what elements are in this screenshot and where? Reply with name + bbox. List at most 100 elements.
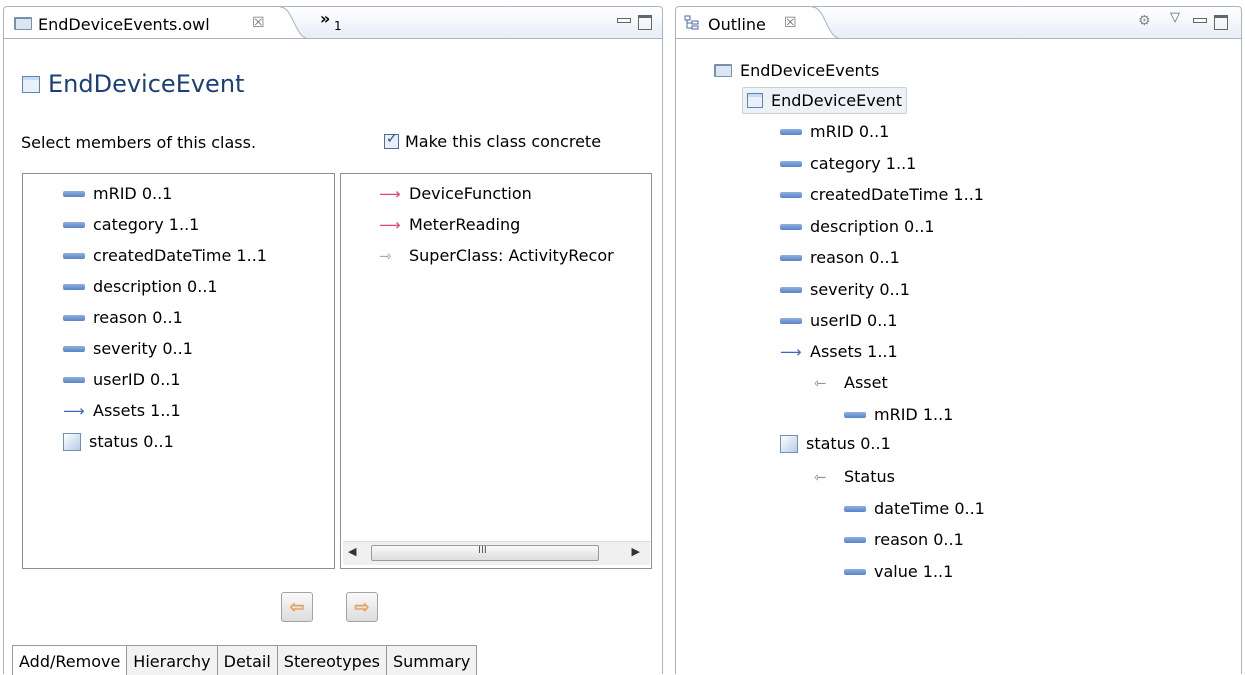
association-arrow-icon: ⟶: [63, 401, 85, 420]
outline-content: [675, 38, 1242, 674]
horizontal-scrollbar[interactable]: ◀ III ▶: [343, 541, 650, 565]
list-item[interactable]: ⟶ DeviceFunction: [379, 184, 532, 203]
minimize-button[interactable]: [616, 14, 631, 27]
tree-node[interactable]: ⇽ Asset: [814, 373, 888, 392]
tree-node-label: category 1..1: [810, 154, 917, 173]
concrete-checkbox-row[interactable]: ✓ Make this class concrete: [384, 131, 602, 151]
list-item[interactable]: userID 0..1: [63, 370, 181, 389]
list-item[interactable]: status 0..1: [63, 432, 174, 451]
tab-curve: [280, 7, 310, 39]
tree-node[interactable]: category 1..1: [780, 154, 916, 173]
tree-node-label: Asset: [844, 373, 888, 392]
scroll-right-arrow-icon[interactable]: ▶: [632, 545, 640, 558]
right-arrow-icon: ⇨: [354, 596, 370, 618]
available-list[interactable]: ⟶ DeviceFunction ⟶ MeterReading ⇾ SuperC…: [340, 173, 652, 569]
tree-node-label: status 0..1: [806, 434, 891, 453]
list-item[interactable]: severity 0..1: [63, 339, 193, 358]
tree-node[interactable]: mRID 0..1: [780, 122, 889, 141]
close-icon[interactable]: ☒: [784, 15, 797, 31]
members-list[interactable]: mRID 0..1 category 1..1 createdDateTime …: [22, 173, 335, 569]
tab-detail[interactable]: Detail: [217, 646, 278, 675]
folder-icon: [14, 17, 32, 30]
add-member-button[interactable]: ⇦: [281, 592, 313, 622]
concrete-checkbox[interactable]: ✓: [384, 131, 399, 149]
tree-node-label: Status: [844, 467, 895, 486]
tree-node[interactable]: userID 0..1: [780, 311, 898, 330]
list-item[interactable]: description 0..1: [63, 277, 218, 296]
tree-node[interactable]: reason 0..1: [844, 530, 964, 549]
tree-node-label: description 0..1: [810, 217, 935, 236]
tree-node-selected[interactable]: EndDeviceEvent: [742, 87, 907, 114]
tree-node-label: severity 0..1: [810, 280, 910, 299]
attribute-icon: [844, 536, 866, 543]
tree-node[interactable]: severity 0..1: [780, 280, 910, 299]
left-arrow-icon: ⇦: [289, 596, 305, 618]
list-item[interactable]: createdDateTime 1..1: [63, 246, 267, 265]
tree-node[interactable]: dateTime 0..1: [844, 499, 985, 518]
scroll-left-arrow-icon[interactable]: ◀: [348, 545, 356, 558]
outline-tab[interactable]: Outline ☒: [676, 7, 842, 39]
association-arrow-icon: ⟶: [379, 215, 401, 234]
outline-icon: [684, 15, 700, 31]
tree-node[interactable]: status 0..1: [780, 434, 891, 453]
association-arrow-icon: ⟶: [780, 342, 802, 361]
tree-node[interactable]: reason 0..1: [780, 248, 900, 267]
tree-node[interactable]: description 0..1: [780, 217, 935, 236]
minimize-button[interactable]: [1192, 14, 1207, 27]
select-members-label: Select members of this class.: [21, 133, 257, 152]
attribute-icon: [780, 128, 802, 135]
link-with-editor-icon[interactable]: ⚙: [1138, 13, 1151, 29]
remove-member-button[interactable]: ⇨: [346, 592, 378, 622]
tree-node[interactable]: EndDeviceEvents: [714, 61, 879, 80]
close-icon[interactable]: ☒: [252, 15, 265, 31]
list-item-label: Assets 1..1: [93, 401, 181, 420]
list-item[interactable]: ⟶ MeterReading: [379, 215, 520, 234]
concrete-label: Make this class concrete: [405, 132, 602, 151]
attribute-icon: [63, 252, 85, 259]
tree-node-label: mRID 0..1: [810, 122, 890, 141]
outline-tab-title: Outline: [708, 15, 766, 34]
tree-node[interactable]: ⇽ Status: [814, 467, 895, 486]
attribute-icon: [63, 190, 85, 197]
tab-hierarchy[interactable]: Hierarchy: [127, 646, 218, 675]
class-header: EndDeviceEvent: [22, 70, 244, 98]
tab-stereotypes[interactable]: Stereotypes: [277, 646, 387, 675]
tree-node-label: mRID 1..1: [874, 405, 954, 424]
editor-tab[interactable]: EndDeviceEvents.owl ☒: [4, 7, 310, 39]
tree-node[interactable]: ⟶ Assets 1..1: [780, 342, 898, 361]
list-item[interactable]: mRID 0..1: [63, 184, 172, 203]
overflow-chevron-icon[interactable]: »: [320, 9, 330, 28]
view-menu-icon[interactable]: ▽: [1170, 10, 1180, 25]
tree-node-label: value 1..1: [874, 562, 954, 581]
tree-node-label: EndDeviceEvents: [740, 61, 880, 80]
list-item-label: mRID 0..1: [93, 184, 173, 203]
tree-node-label: createdDateTime 1..1: [810, 185, 984, 204]
attribute-icon: [63, 345, 85, 352]
list-item-label: createdDateTime 1..1: [93, 246, 267, 265]
enumeration-icon: [780, 434, 798, 453]
list-item[interactable]: ⟶ Assets 1..1: [63, 401, 181, 420]
list-item[interactable]: reason 0..1: [63, 308, 183, 327]
editor-pane: EndDeviceEvents.owl ☒ » 1 EndDeviceEvent…: [0, 0, 666, 675]
checkmark-icon: ✓: [386, 131, 398, 147]
list-item[interactable]: ⇾ SuperClass: ActivityRecor: [379, 246, 614, 265]
maximize-button[interactable]: [638, 14, 652, 30]
superclass-arrow-icon: ⇾: [379, 246, 392, 265]
tab-summary[interactable]: Summary: [387, 646, 478, 675]
tree-node-label: userID 0..1: [810, 311, 898, 330]
scroll-grip: III: [478, 545, 487, 556]
attribute-icon: [844, 505, 866, 512]
tree-node[interactable]: createdDateTime 1..1: [780, 185, 984, 204]
list-item[interactable]: category 1..1: [63, 215, 199, 234]
tree-node[interactable]: mRID 1..1: [844, 405, 953, 424]
class-title: EndDeviceEvent: [48, 70, 245, 98]
tree-node[interactable]: value 1..1: [844, 562, 953, 581]
maximize-button[interactable]: [1214, 14, 1228, 30]
tree-node-label: EndDeviceEvent: [771, 91, 902, 110]
scroll-thumb[interactable]: III: [371, 545, 599, 561]
enumeration-icon: [63, 432, 81, 451]
association-arrow-icon: ⟶: [379, 184, 401, 203]
attribute-icon: [780, 223, 802, 230]
tab-add-remove[interactable]: Add/Remove: [12, 646, 128, 675]
editor-tab-title: EndDeviceEvents.owl: [38, 15, 210, 34]
